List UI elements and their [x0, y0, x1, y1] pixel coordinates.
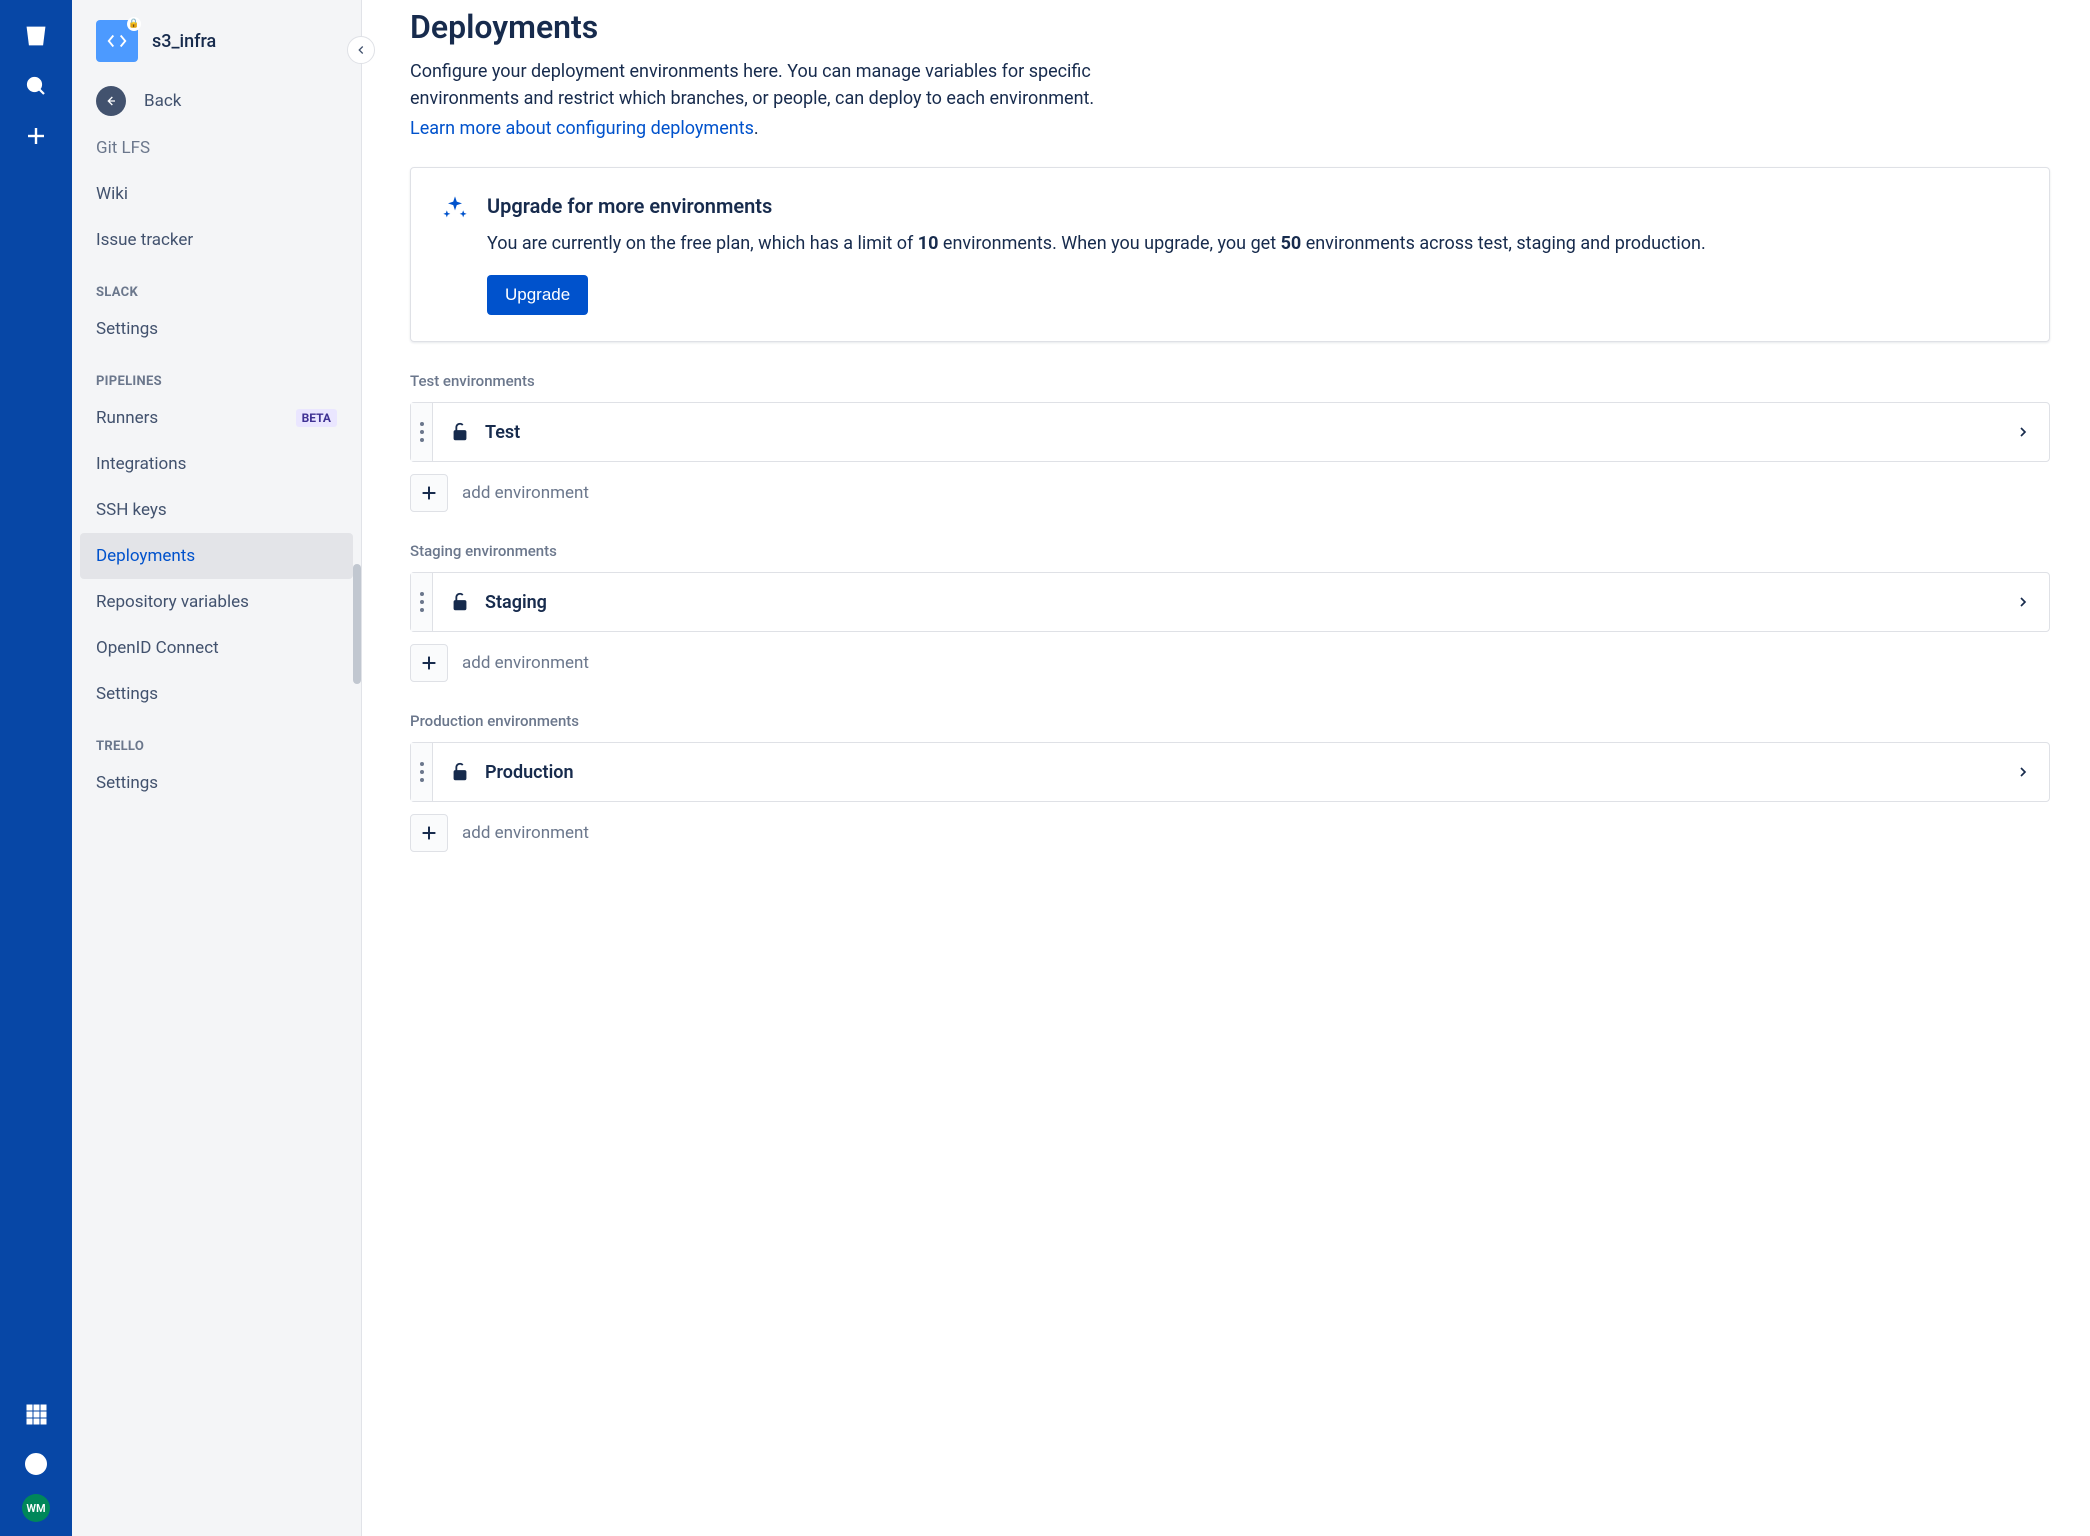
add-env-row-staging: add environment — [410, 644, 2050, 682]
env-name: Staging — [485, 592, 2015, 613]
env-card-production[interactable]: Production — [410, 742, 2050, 802]
page-title: Deployments — [410, 8, 2050, 46]
add-env-label: add environment — [462, 653, 589, 673]
sidebar-item-trello-settings[interactable]: Settings — [80, 760, 353, 806]
sidebar-item-repo-variables[interactable]: Repository variables — [80, 579, 353, 625]
sidebar-item-integrations[interactable]: Integrations — [80, 441, 353, 487]
env-name: Test — [485, 422, 2015, 443]
learn-more-link[interactable]: Learn more about configuring deployments — [410, 118, 754, 139]
section-label-production: Production environments — [410, 712, 2050, 730]
chevron-right-icon — [2015, 764, 2031, 780]
back-button[interactable]: Back — [72, 74, 361, 134]
lock-icon: 🔒 — [127, 17, 141, 31]
sidebar-item-slack-settings[interactable]: Settings — [80, 306, 353, 352]
sidebar-item-wiki[interactable]: Wiki — [80, 171, 353, 217]
upgrade-button[interactable]: Upgrade — [487, 275, 588, 315]
sidebar-item-deployments[interactable]: Deployments — [80, 533, 353, 579]
unlock-icon — [449, 761, 471, 783]
create-icon[interactable] — [16, 116, 56, 156]
upgrade-card: Upgrade for more environments You are cu… — [410, 167, 2050, 342]
chevron-right-icon — [2015, 594, 2031, 610]
add-env-row-production: add environment — [410, 814, 2050, 852]
sidebar-item-runners[interactable]: Runners BETA — [80, 395, 353, 441]
add-env-button[interactable] — [410, 644, 448, 682]
sidebar-menu: Git LFS Wiki Issue tracker SLACK Setting… — [72, 134, 361, 1536]
app-switcher-icon[interactable] — [16, 1394, 56, 1434]
chevron-right-icon — [2015, 424, 2031, 440]
repo-name: s3_infra — [152, 31, 216, 52]
sidebar: 🔒 s3_infra Back Git LFS Wiki Issue track… — [72, 0, 362, 1536]
group-label-trello: TRELLO — [80, 717, 353, 760]
drag-handle-icon[interactable] — [411, 573, 433, 631]
drag-handle-icon[interactable] — [411, 403, 433, 461]
add-env-button[interactable] — [410, 474, 448, 512]
unlock-icon — [449, 591, 471, 613]
section-label-staging: Staging environments — [410, 542, 2050, 560]
bitbucket-logo[interactable] — [16, 16, 56, 56]
drag-handle-icon[interactable] — [411, 743, 433, 801]
scrollbar[interactable] — [353, 564, 361, 684]
upgrade-title: Upgrade for more environments — [487, 194, 1706, 218]
sparkle-icon — [441, 194, 469, 315]
avatar[interactable]: WM — [22, 1494, 50, 1522]
section-label-test: Test environments — [410, 372, 2050, 390]
back-label: Back — [144, 91, 181, 111]
group-label-slack: SLACK — [80, 263, 353, 306]
sidebar-item-git-lfs[interactable]: Git LFS — [80, 134, 353, 171]
search-icon[interactable] — [16, 66, 56, 106]
menu-label: Runners — [96, 408, 158, 428]
add-env-label: add environment — [462, 823, 589, 843]
help-icon[interactable] — [16, 1444, 56, 1484]
sidebar-item-pipeline-settings[interactable]: Settings — [80, 671, 353, 717]
repo-header: 🔒 s3_infra — [72, 0, 361, 74]
add-env-button[interactable] — [410, 814, 448, 852]
sidebar-item-ssh-keys[interactable]: SSH keys — [80, 487, 353, 533]
page-description: Configure your deployment environments h… — [410, 58, 1130, 112]
main-content: Deployments Configure your deployment en… — [362, 0, 2090, 1536]
global-nav-rail: WM — [0, 0, 72, 1536]
sidebar-item-issue-tracker[interactable]: Issue tracker — [80, 217, 353, 263]
link-suffix: . — [754, 118, 759, 139]
back-arrow-icon — [96, 86, 126, 116]
env-name: Production — [485, 762, 2015, 783]
upgrade-text: You are currently on the free plan, whic… — [487, 230, 1706, 257]
repo-icon: 🔒 — [96, 20, 138, 62]
collapse-sidebar-button[interactable] — [347, 36, 375, 64]
env-card-staging[interactable]: Staging — [410, 572, 2050, 632]
group-label-pipelines: PIPELINES — [80, 352, 353, 395]
sidebar-item-openid[interactable]: OpenID Connect — [80, 625, 353, 671]
add-env-label: add environment — [462, 483, 589, 503]
add-env-row-test: add environment — [410, 474, 2050, 512]
beta-badge: BETA — [296, 409, 337, 427]
env-card-test[interactable]: Test — [410, 402, 2050, 462]
unlock-icon — [449, 421, 471, 443]
